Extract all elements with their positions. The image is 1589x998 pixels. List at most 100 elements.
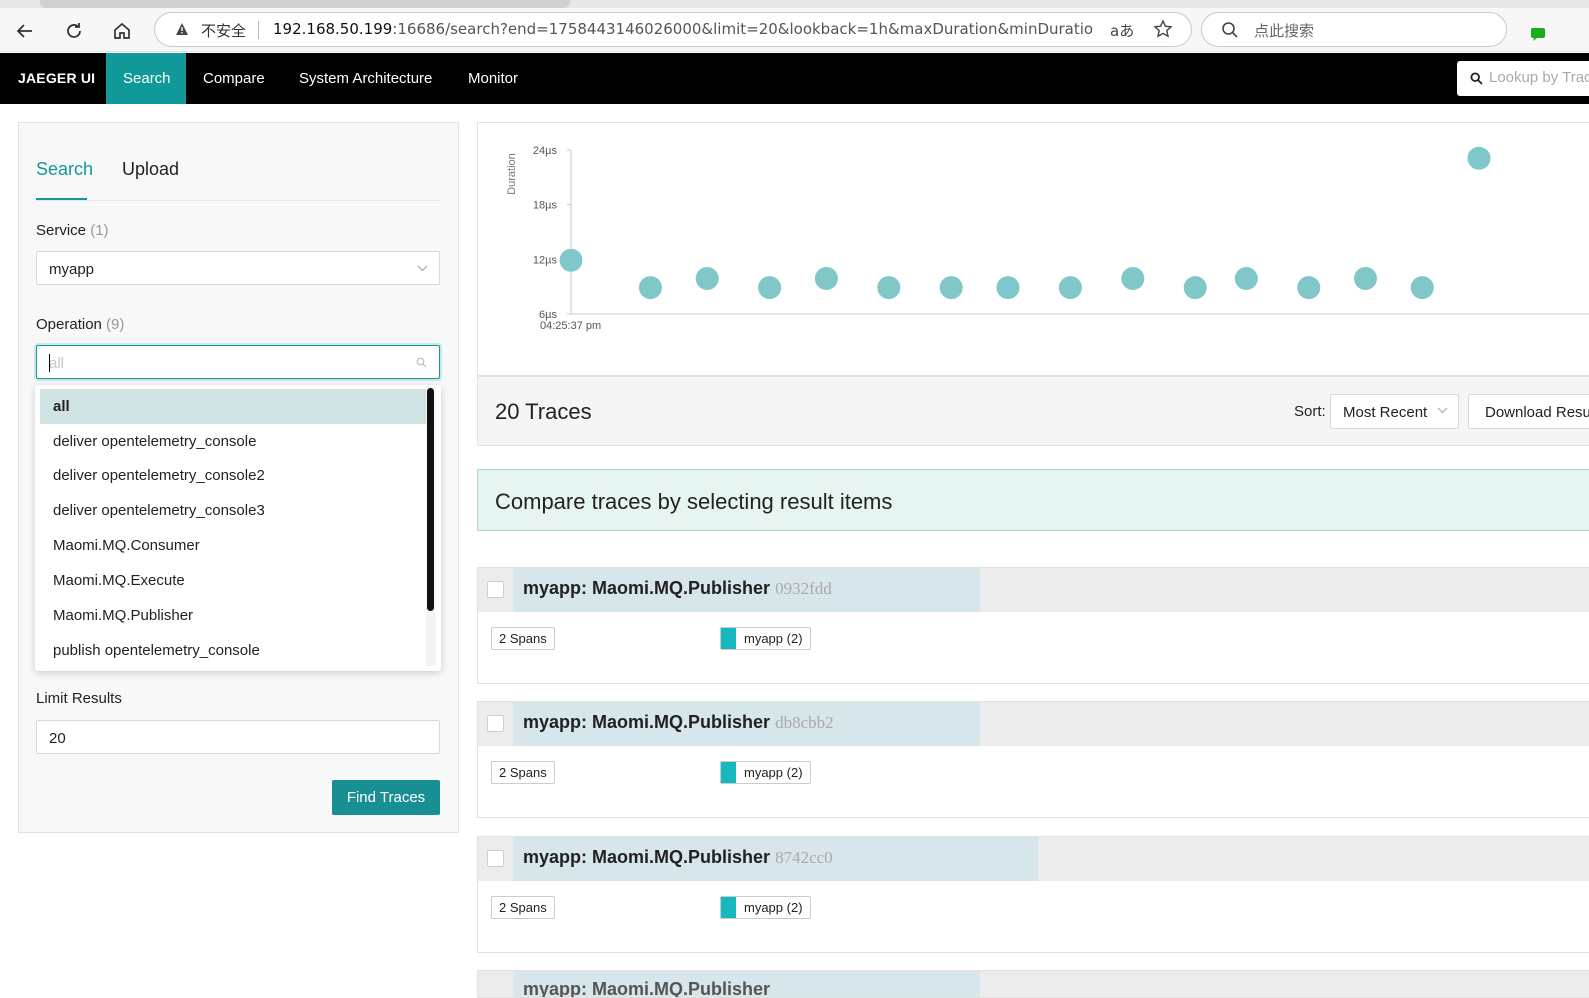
results-header: 20 Traces Sort: Most Recent Download Res… (477, 376, 1589, 446)
tab-divider (36, 200, 441, 201)
trace-point (638, 276, 662, 300)
find-traces-button[interactable]: Find Traces (332, 780, 440, 815)
lookup-placeholder: Lookup by Trace ID... (1489, 69, 1589, 86)
service-badge: myapp (2) (720, 627, 811, 650)
service-select[interactable]: myapp (36, 251, 440, 285)
url-separator (258, 21, 259, 39)
trace-service: myapp (523, 712, 582, 732)
browser-toolbar: 不安全 192.168.50.199:16686/search?end=1758… (0, 8, 1589, 52)
trace-operation: Maomi.MQ.Publisher (592, 712, 771, 732)
trace-point (559, 248, 583, 272)
nav-search[interactable]: Search (106, 53, 186, 104)
trace-title[interactable]: myapp: Maomi.MQ.Publisher 0932fdd (523, 578, 832, 599)
trace-point (1183, 276, 1207, 300)
reload-icon[interactable] (59, 16, 89, 46)
dropdown-scrollbar[interactable] (426, 386, 436, 666)
download-results-button[interactable]: Download Results (1468, 394, 1589, 429)
translate-icon[interactable]: aあ (1110, 20, 1134, 41)
sort-label: Sort: (1294, 403, 1326, 420)
trace-select-checkbox[interactable] (487, 850, 504, 867)
trace-point (1234, 266, 1258, 290)
trace-title[interactable]: myapp: Maomi.MQ.Publisher (523, 979, 770, 998)
url-host: 192.168.50.199 (273, 20, 393, 38)
service-badge-label: myapp (2) (744, 900, 803, 915)
service-color-swatch (721, 628, 736, 649)
trace-point (1058, 276, 1082, 300)
url-path: :16686/search?end=1758443146026000&limit… (392, 20, 1093, 38)
sort-select[interactable]: Most Recent (1330, 394, 1459, 429)
tab-upload[interactable]: Upload (122, 159, 179, 180)
sort-value: Most Recent (1343, 404, 1428, 421)
trace-point (1354, 266, 1377, 290)
operation-search-input[interactable]: all (36, 345, 440, 379)
browser-tab[interactable] (40, 0, 570, 8)
service-value: myapp (49, 261, 95, 278)
trace-item[interactable]: myapp: Maomi.MQ.Publisher (477, 970, 1589, 998)
warning-icon[interactable] (175, 22, 189, 36)
service-count: (1) (90, 222, 109, 239)
dropdown-scrollbar-thumb[interactable] (427, 388, 434, 611)
service-badge: myapp (2) (720, 896, 811, 919)
y-axis-label: Duration (506, 153, 518, 195)
nav-monitor[interactable]: Monitor (468, 53, 518, 104)
trace-select-checkbox[interactable] (487, 715, 504, 732)
trace-select-checkbox[interactable] (487, 581, 504, 598)
trace-operation: Maomi.MQ.Publisher (592, 847, 771, 867)
service-label: Service (1) (36, 222, 109, 239)
browser-search-placeholder: 点此搜索 (1254, 22, 1315, 40)
trace-point (877, 276, 901, 300)
trace-point (1121, 266, 1145, 290)
span-count-badge: 2 Spans (491, 761, 555, 784)
url-text[interactable]: 192.168.50.199:16686/search?end=17584431… (273, 20, 1093, 38)
operation-option[interactable]: Maomi.MQ.Consumer (40, 528, 427, 563)
compare-banner-text: Compare traces by selecting result items (495, 489, 893, 514)
operation-option[interactable]: deliver opentelemetry_console2 (40, 458, 427, 493)
jaeger-logo[interactable]: JAEGER UI (18, 70, 95, 86)
trace-point (1297, 276, 1321, 300)
tab-search[interactable]: Search (36, 159, 93, 180)
trace-point (758, 276, 782, 300)
search-icon (1470, 72, 1483, 85)
operation-option[interactable]: Maomi.MQ.Execute (40, 563, 427, 598)
duration-scatter-chart: 24µs 18µs 12µs 6µs 04:25:37 pm Duration (477, 122, 1589, 376)
trace-id-lookup-input[interactable]: Lookup by Trace ID... (1457, 61, 1589, 96)
nav-system-architecture[interactable]: System Architecture (299, 53, 432, 104)
extension-chat-icon[interactable] (1530, 26, 1546, 42)
limit-results-value: 20 (49, 730, 66, 747)
service-color-swatch (721, 897, 736, 918)
operation-count: (9) (106, 316, 125, 333)
trace-point (695, 266, 719, 290)
home-icon[interactable] (107, 16, 137, 46)
operation-label-text: Operation (36, 316, 102, 333)
back-icon[interactable] (10, 16, 40, 46)
operation-dropdown: all deliver opentelemetry_console delive… (35, 385, 441, 671)
insecure-label[interactable]: 不安全 (201, 20, 246, 41)
text-caret (49, 354, 50, 372)
service-badge-label: myapp (2) (744, 631, 803, 646)
browser-search-box[interactable]: 点此搜索 (1201, 12, 1507, 47)
operation-option[interactable]: deliver opentelemetry_console3 (40, 493, 427, 528)
favorite-star-icon[interactable] (1153, 19, 1173, 39)
trace-point (996, 276, 1020, 300)
x-tick-label: 04:25:37 pm (540, 320, 601, 332)
address-bar[interactable]: 不安全 192.168.50.199:16686/search?end=1758… (154, 12, 1192, 47)
trace-item[interactable]: myapp: Maomi.MQ.Publisher 0932fdd 2 Span… (477, 567, 1589, 684)
operation-option[interactable]: deliver opentelemetry_console (40, 424, 427, 459)
nav-compare[interactable]: Compare (203, 53, 265, 104)
operation-option[interactable]: publish opentelemetry_console (40, 633, 427, 668)
y-tick-label: 24µs (533, 145, 558, 157)
compare-banner: Compare traces by selecting result items (477, 469, 1589, 531)
trace-service: myapp (523, 578, 582, 598)
operation-option[interactable]: Maomi.MQ.Publisher (40, 598, 427, 633)
trace-title[interactable]: myapp: Maomi.MQ.Publisher 8742cc0 (523, 847, 833, 868)
traces-count: 20 Traces (495, 399, 592, 424)
trace-item[interactable]: myapp: Maomi.MQ.Publisher 8742cc0 2 Span… (477, 836, 1589, 953)
trace-title[interactable]: myapp: Maomi.MQ.Publisher db8cbb2 (523, 712, 834, 733)
trace-service: myapp (523, 979, 582, 998)
trace-id: db8cbb2 (775, 713, 834, 732)
operation-option-all[interactable]: all (40, 389, 427, 424)
trace-item[interactable]: myapp: Maomi.MQ.Publisher db8cbb2 2 Span… (477, 701, 1589, 818)
operation-label: Operation (9) (36, 316, 124, 333)
trace-id: 8742cc0 (775, 848, 833, 867)
limit-results-input[interactable]: 20 (36, 720, 440, 754)
